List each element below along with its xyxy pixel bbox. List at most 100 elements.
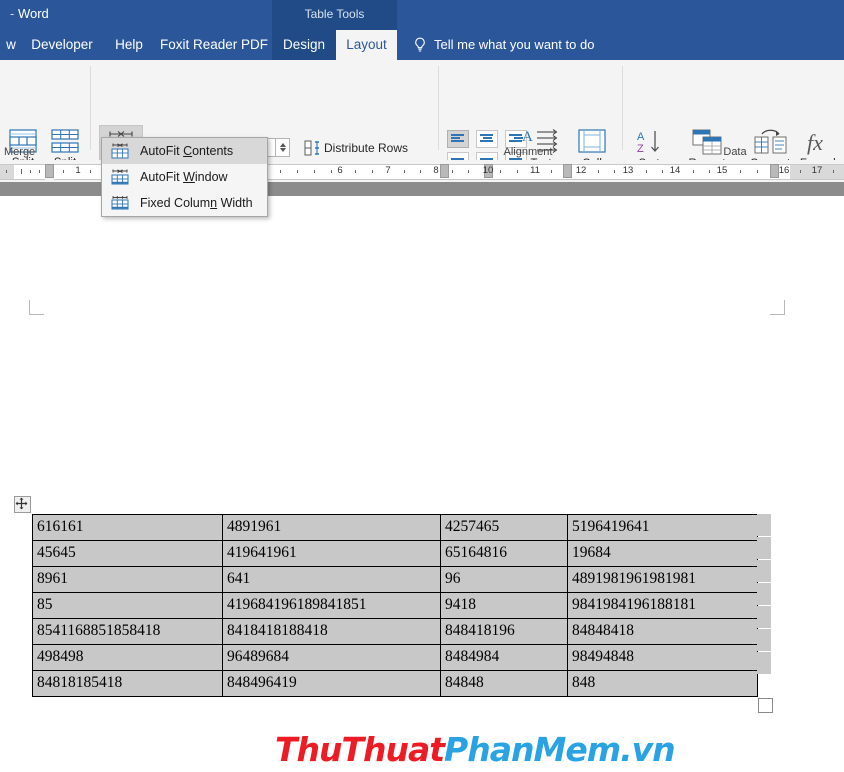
table-cell[interactable]: 84818185418: [32, 670, 223, 697]
table-cell[interactable]: 419641961: [222, 540, 441, 567]
table-cell[interactable]: 84848: [440, 670, 568, 697]
group-label-data: Data: [723, 146, 747, 158]
ruler-number-1: 1: [75, 165, 81, 176]
align-top-left-button[interactable]: [447, 130, 469, 148]
table-cell[interactable]: 9841984196188181: [567, 592, 758, 619]
tab-help[interactable]: Help: [106, 30, 152, 60]
ruler-tab-stop-4[interactable]: [563, 164, 572, 178]
table-cell[interactable]: 848: [567, 670, 758, 697]
ruler-number-13: 13: [622, 165, 634, 176]
table-cell[interactable]: 98494848: [567, 644, 758, 671]
ribbon-separator-1: [90, 66, 91, 150]
menu-item-autofit-window[interactable]: AutoFit Window: [102, 164, 267, 190]
table-cell[interactable]: 4891961: [222, 514, 441, 541]
ruler-tab-stop-2[interactable]: [440, 164, 449, 178]
tab-foxit-reader-pdf[interactable]: Foxit Reader PDF: [156, 30, 272, 60]
table-cell[interactable]: 8484984: [440, 644, 568, 671]
ruler-number-10: 10: [482, 165, 494, 176]
row-select-strip[interactable]: [757, 652, 771, 674]
document-table[interactable]: 616161 4891961 4257465 5196419641 45645 41964…: [32, 514, 758, 697]
ruler-number-12: 12: [575, 165, 587, 176]
tab-view-partial[interactable]: w: [0, 30, 22, 60]
tab-developer[interactable]: Developer: [22, 30, 102, 60]
contextual-tools-band: Table Tools: [272, 0, 397, 30]
ribbon-separator-3: [622, 66, 623, 150]
table-cell[interactable]: 419684196189841851: [222, 592, 441, 619]
document-page[interactable]: 616161 4891961 4257465 5196419641 45645 41964…: [0, 196, 844, 769]
group-label-alignment: Alignment: [503, 146, 553, 158]
autofit-contents-icon: [111, 143, 129, 159]
table-resize-handle[interactable]: [758, 698, 773, 713]
row-select-strip[interactable]: [757, 560, 771, 582]
table-row[interactable]: 45645 419641961 65164816 19684: [32, 540, 758, 567]
menu-item-fixed-column-width[interactable]: Fixed Column Width: [102, 190, 267, 216]
ruler-number-17: 17: [811, 165, 823, 176]
ruler-number-6: 6: [337, 165, 343, 176]
svg-text:fx: fx: [807, 130, 823, 155]
table-cell[interactable]: 85: [32, 592, 223, 619]
menu-label-fixed-column-width: Fixed Column Width: [140, 196, 253, 210]
table-cell[interactable]: 4257465: [440, 514, 568, 541]
table-row[interactable]: 84818185418 848496419 84848 848: [32, 670, 758, 697]
table-cell[interactable]: 848496419: [222, 670, 441, 697]
group-label-merge: Merge: [4, 146, 36, 158]
svg-text:Z: Z: [637, 143, 644, 155]
menu-label-autofit-window: AutoFit Window: [140, 170, 228, 184]
tell-me-box[interactable]: Tell me what you want to do: [434, 30, 594, 60]
window-title: - Word: [10, 6, 49, 21]
table-cell[interactable]: 19684: [567, 540, 758, 567]
distribute-rows-icon: [304, 140, 319, 156]
split-table-icon: [51, 129, 79, 153]
table-cell[interactable]: 498498: [32, 644, 223, 671]
document-area: 616161 4891961 4257465 5196419641 45645 41964…: [0, 182, 844, 769]
table-cell[interactable]: 45645: [32, 540, 223, 567]
watermark-logo: ThuThuatPhanMem.vn: [275, 730, 676, 772]
contextual-tools-label: Table Tools: [304, 7, 365, 21]
margin-mark-top-right: [770, 300, 785, 315]
row-select-strip[interactable]: [757, 537, 771, 559]
table-row[interactable]: 8961 641 96 4891981961981981: [32, 566, 758, 593]
distribute-rows-label[interactable]: Distribute Rows: [324, 141, 408, 155]
table-cell[interactable]: 96: [440, 566, 568, 593]
table-cell[interactable]: 641: [222, 566, 441, 593]
document-table-wrapper[interactable]: 616161 4891961 4257465 5196419641 45645 41964…: [32, 514, 758, 697]
autofit-dropdown-menu: AutoFit Contents AutoFit Window Fixed Co…: [101, 137, 268, 217]
move-cross-icon: [15, 497, 28, 510]
svg-text:A: A: [522, 129, 533, 145]
title-bar: - Word Table Tools: [0, 0, 844, 30]
table-row[interactable]: 498498 96489684 8484984 98494848: [32, 644, 758, 671]
menu-item-autofit-contents[interactable]: AutoFit Contents: [102, 138, 267, 164]
ruler-tab-stop-1[interactable]: [45, 164, 54, 178]
table-cell[interactable]: 848418196: [440, 618, 568, 645]
table-cell[interactable]: 8418418188418: [222, 618, 441, 645]
table-cell[interactable]: 616161: [32, 514, 223, 541]
table-cell[interactable]: 8541168851858418: [32, 618, 223, 645]
row-select-strip[interactable]: [757, 629, 771, 651]
ruler-number-11: 11: [530, 165, 540, 176]
height-stepper[interactable]: [276, 138, 290, 157]
row-select-strip[interactable]: [757, 606, 771, 628]
row-select-strip[interactable]: [757, 514, 771, 536]
tab-design[interactable]: Design: [272, 30, 336, 60]
table-cell[interactable]: 4891981961981981: [567, 566, 758, 593]
ruler-number-16: 16: [778, 165, 790, 176]
autofit-window-icon: [111, 169, 129, 185]
table-row[interactable]: 8541168851858418 8418418188418 848418196 84…: [32, 618, 758, 645]
ruler-number-14: 14: [669, 165, 681, 176]
table-cell[interactable]: 8961: [32, 566, 223, 593]
fixed-column-width-icon: [111, 196, 129, 210]
table-cell[interactable]: 9418: [440, 592, 568, 619]
table-move-handle[interactable]: [14, 496, 31, 513]
ruler-number-7: 7: [385, 165, 391, 176]
table-cell[interactable]: 84848418: [567, 618, 758, 645]
ribbon-tab-row: w Developer Help Foxit Reader PDF Design…: [0, 30, 844, 60]
row-select-strip[interactable]: [757, 583, 771, 605]
tab-layout[interactable]: Layout: [336, 30, 397, 60]
table-row[interactable]: 616161 4891961 4257465 5196419641: [32, 514, 758, 541]
margin-mark-top-left: [29, 300, 44, 315]
watermark-part-2: PhanMem.vn: [444, 730, 676, 769]
table-cell[interactable]: 65164816: [440, 540, 568, 567]
table-cell[interactable]: 96489684: [222, 644, 441, 671]
table-cell[interactable]: 5196419641: [567, 514, 758, 541]
table-row[interactable]: 85 419684196189841851 9418 9841984196188181: [32, 592, 758, 619]
